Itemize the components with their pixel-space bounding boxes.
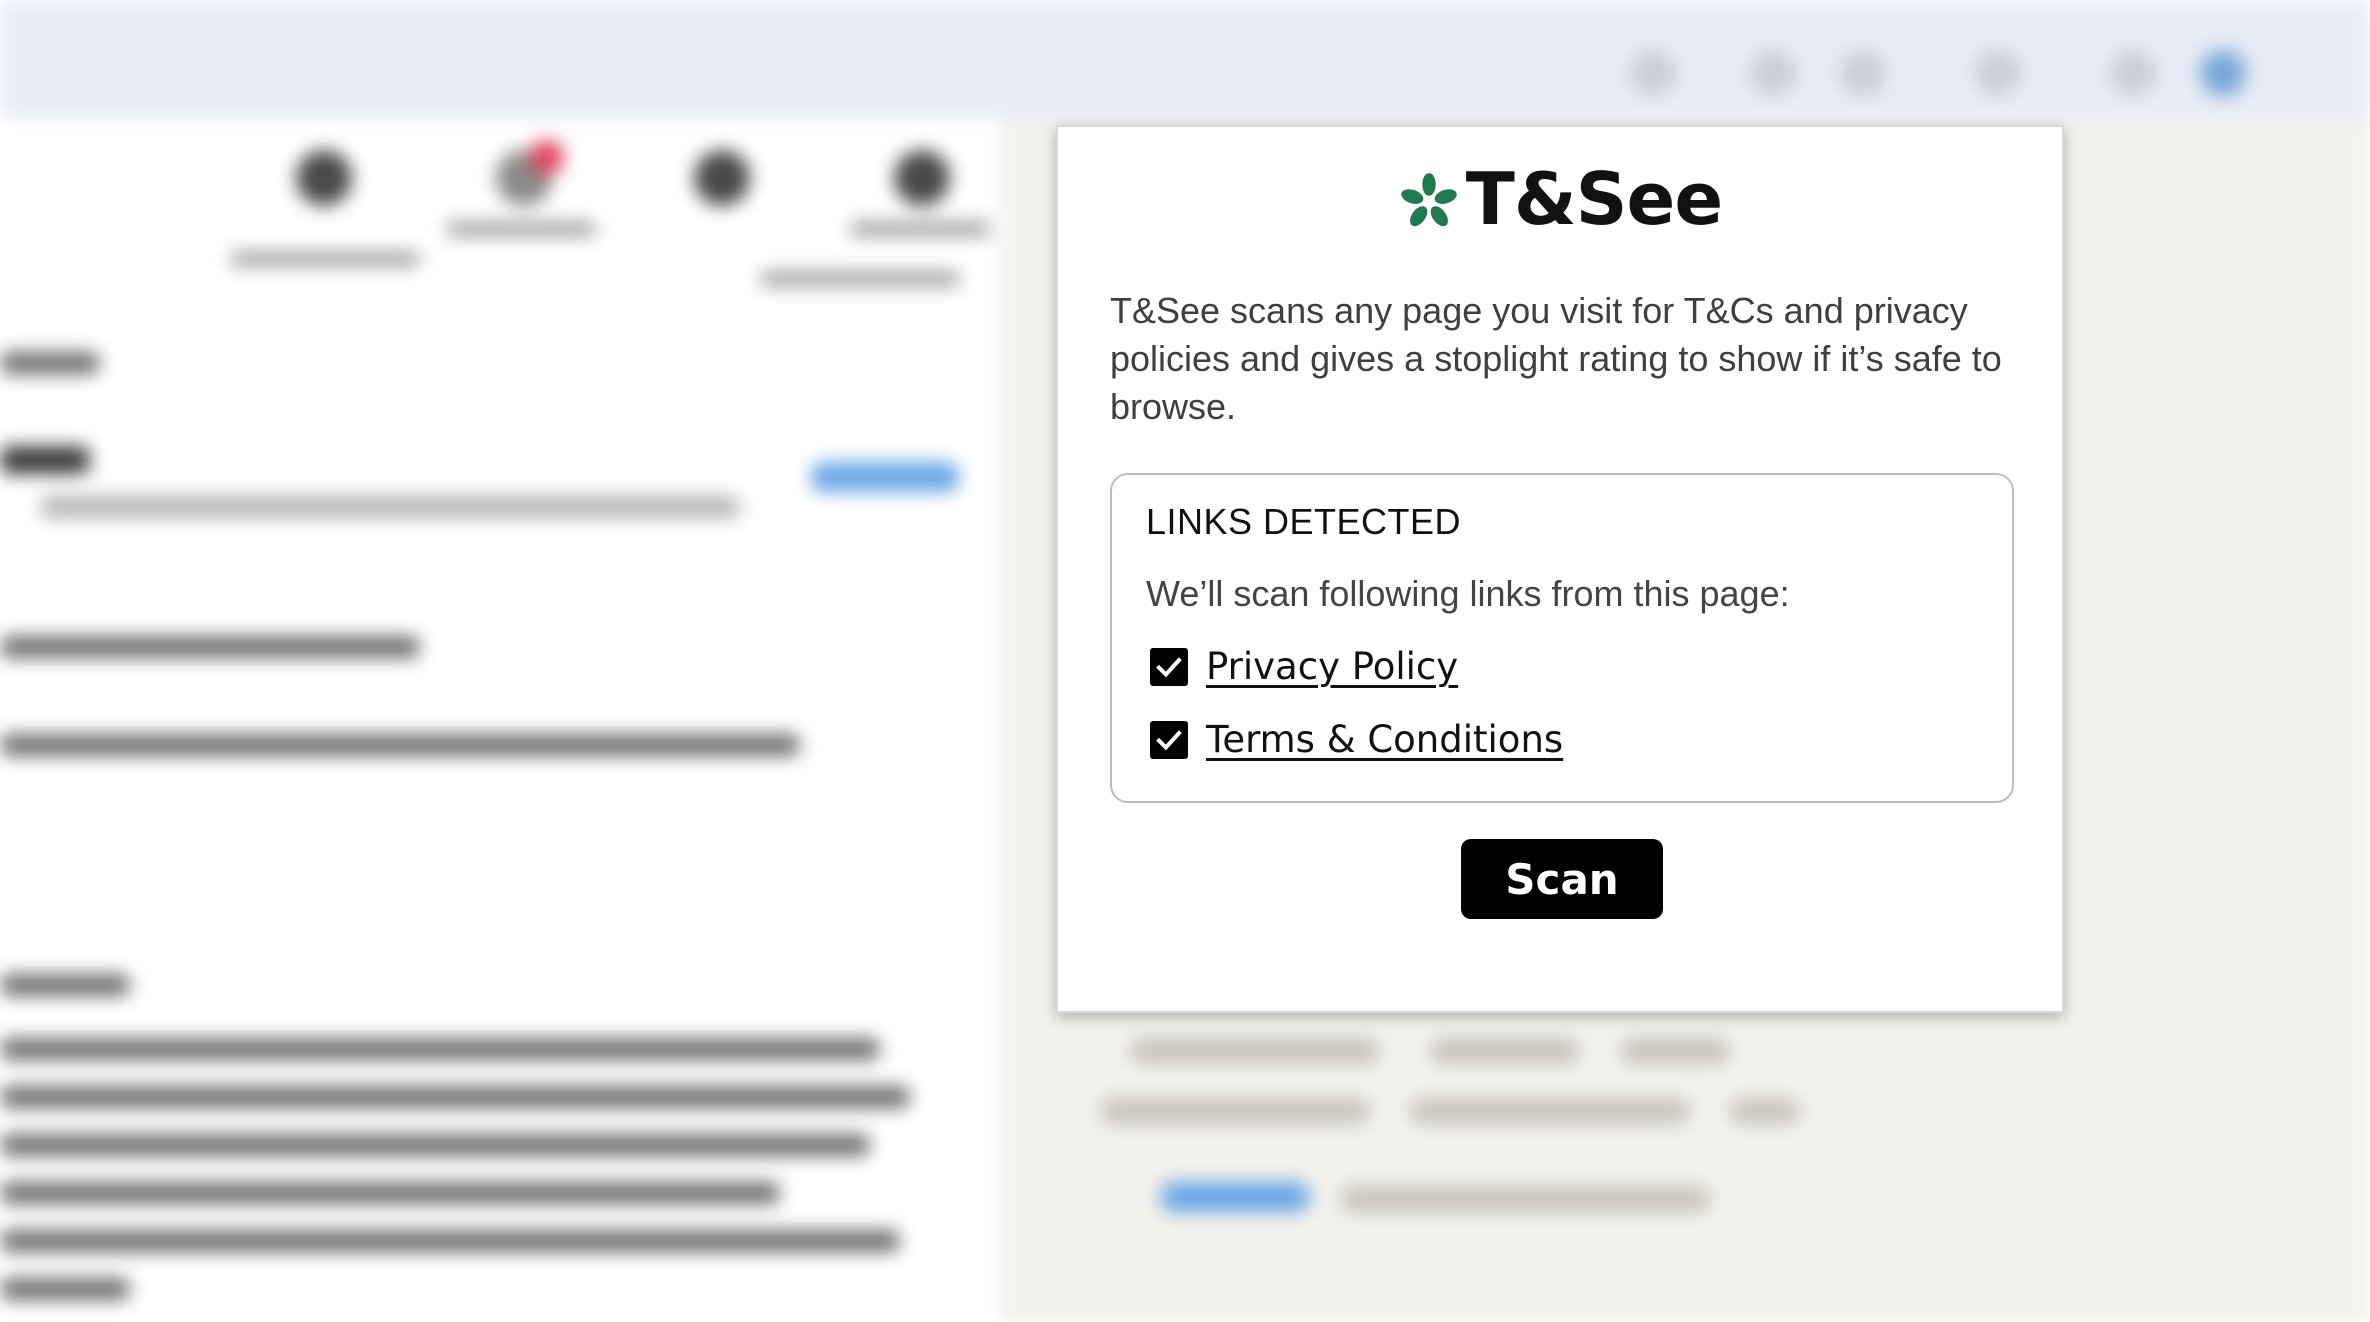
background-text [40, 496, 740, 518]
background-text [0, 1038, 880, 1060]
background-text [0, 636, 420, 658]
brand-header: T&See [1058, 163, 2062, 235]
toolbar-icon [1750, 50, 1796, 96]
toolbar-icon [1630, 50, 1676, 96]
links-detected-panel: LINKS DETECTED We’ll scan following link… [1110, 473, 2014, 803]
notification-badge [530, 140, 564, 174]
background-text [0, 734, 800, 756]
background-text [0, 1182, 780, 1204]
background-text [0, 446, 90, 474]
background-chip [1730, 1098, 1800, 1124]
background-text [0, 1278, 130, 1300]
brand-name: T&See [1465, 157, 1723, 241]
checkmark-icon [1156, 729, 1182, 750]
background-chip [1130, 1038, 1380, 1064]
background-nav-icon [694, 150, 750, 206]
background-chip [1430, 1038, 1580, 1064]
background-nav-label [850, 222, 990, 236]
link-item-terms-conditions: Terms & Conditions [1150, 718, 1563, 761]
tsee-popup: T&See T&See scans any page you visit for… [1056, 125, 2064, 1013]
background-nav-label [230, 252, 420, 266]
links-section-title: LINKS DETECTED [1146, 501, 1462, 542]
background-chip [1340, 1186, 1710, 1212]
privacy-policy-link[interactable]: Privacy Policy [1206, 645, 1458, 688]
background-text [0, 1086, 910, 1108]
toolbar-icon [2110, 50, 2156, 96]
background-nav-label [446, 222, 596, 236]
toolbar-icon [1975, 50, 2021, 96]
background-nav-icon [296, 150, 352, 206]
scan-button[interactable]: Scan [1461, 839, 1663, 919]
extension-description: T&See scans any page you visit for T&Cs … [1110, 290, 2002, 427]
background-nav-icon [894, 150, 950, 206]
background-chip [1100, 1098, 1370, 1124]
avatar [2200, 50, 2246, 96]
browser-toolbar [0, 0, 2370, 118]
background-text [0, 1134, 870, 1156]
background-follow-button [810, 462, 960, 492]
privacy-policy-checkbox[interactable] [1150, 647, 1188, 686]
background-chip [1410, 1098, 1690, 1124]
background-text [0, 974, 130, 996]
background-nav-label [760, 272, 960, 286]
terms-conditions-link[interactable]: Terms & Conditions [1206, 718, 1563, 761]
background-text [0, 1230, 900, 1252]
background-badge [1160, 1182, 1310, 1212]
links-section-subtitle: We’ll scan following links from this pag… [1146, 573, 1790, 614]
green-flower-icon [1401, 173, 1457, 227]
toolbar-icon [1840, 50, 1886, 96]
link-item-privacy-policy: Privacy Policy [1150, 645, 1458, 688]
background-chip [1620, 1038, 1730, 1064]
checkmark-icon [1156, 656, 1182, 677]
background-text [0, 352, 100, 374]
terms-conditions-checkbox[interactable] [1150, 720, 1188, 759]
